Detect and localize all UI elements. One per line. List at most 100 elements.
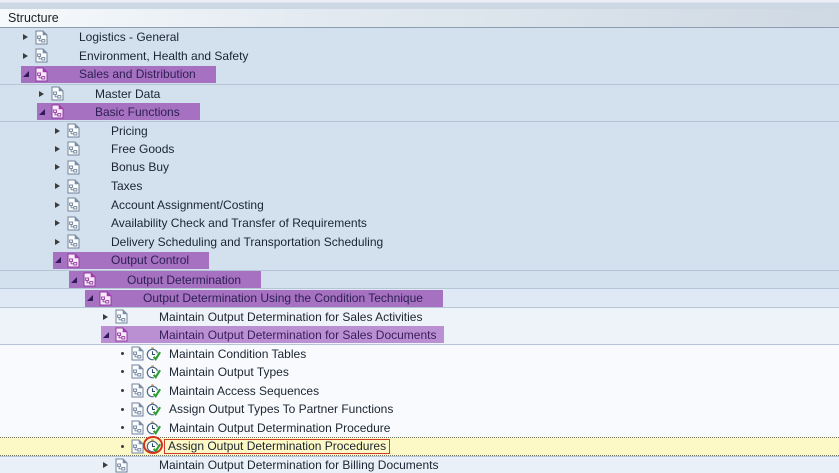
tree-row[interactable]: Output Determination	[0, 270, 839, 289]
expand-toggle-icon[interactable]	[23, 34, 35, 40]
tree-item-label: Environment, Health and Safety	[79, 49, 248, 63]
red-circle-annotation[interactable]	[146, 438, 162, 454]
red-box-annotation: Assign Output Determination Procedures	[164, 439, 390, 454]
img-activity-execute-icon[interactable]	[146, 401, 162, 417]
img-structure-node-icon	[67, 179, 80, 194]
tree-item-label: Availability Check and Transfer of Requi…	[111, 216, 367, 230]
expand-toggle-icon[interactable]	[55, 239, 67, 245]
img-structure-node-icon	[67, 160, 80, 175]
leaf-dot-icon	[119, 389, 131, 392]
img-structure-node-icon	[67, 253, 80, 268]
tree-row[interactable]: Availability Check and Transfer of Requi…	[0, 214, 839, 233]
tree-item-label: Pricing	[111, 124, 148, 138]
collapse-toggle-icon[interactable]	[71, 277, 83, 283]
img-structure-node-icon	[67, 197, 80, 212]
img-activity-execute-icon[interactable]	[146, 346, 162, 362]
img-structure-node-icon	[99, 291, 112, 306]
leaf-dot-icon	[119, 352, 131, 355]
activity-icon-wrap[interactable]	[146, 364, 162, 380]
expand-toggle-icon[interactable]	[55, 220, 67, 226]
tree-item-label: Account Assignment/Costing	[111, 198, 264, 212]
activity-icon-wrap[interactable]	[146, 383, 162, 399]
img-structure-window: Structure Logistics - General Environment…	[0, 0, 839, 473]
img-structure-node-icon	[35, 48, 48, 63]
expand-toggle-icon[interactable]	[103, 462, 115, 468]
collapse-toggle-icon[interactable]	[55, 257, 67, 263]
tree-row[interactable]: Output Control	[0, 251, 839, 270]
tree-item-label: Maintain Output Determination for Billin…	[159, 458, 438, 472]
leaf-dot-icon	[119, 408, 131, 411]
img-structure-node-icon	[115, 458, 128, 473]
tree: Logistics - General Environment, Health a…	[0, 28, 839, 473]
structure-title: Structure	[8, 11, 59, 25]
tree-row[interactable]: Logistics - General	[0, 28, 839, 47]
leaf-dot-icon	[119, 370, 131, 373]
tree-item-label: Output Control	[111, 253, 189, 267]
tree-row[interactable]: Master Data	[0, 84, 839, 103]
tree-row[interactable]: Taxes	[0, 177, 839, 196]
activity-icon-wrap[interactable]	[146, 346, 162, 362]
collapse-toggle-icon[interactable]	[87, 295, 99, 301]
tree-row[interactable]: Maintain Condition Tables	[0, 344, 839, 363]
expand-toggle-icon[interactable]	[55, 128, 67, 134]
tree-row[interactable]: Maintain Output Determination for Billin…	[0, 456, 839, 473]
img-structure-node-icon	[67, 141, 80, 156]
tree-row[interactable]: Free Goods	[0, 140, 839, 159]
tree-item-label: Taxes	[111, 179, 142, 193]
tree-row[interactable]: Sales and Distribution	[0, 65, 839, 84]
expand-toggle-icon[interactable]	[39, 91, 51, 97]
expand-toggle-icon[interactable]	[103, 314, 115, 320]
top-strip	[0, 0, 839, 9]
img-activity-execute-icon[interactable]	[146, 364, 162, 380]
tree-item-label: Master Data	[95, 87, 160, 101]
tree-item-label: Maintain Access Sequences	[169, 384, 319, 398]
expand-toggle-icon[interactable]	[55, 146, 67, 152]
expand-toggle-icon[interactable]	[55, 164, 67, 170]
tree-item-label: Sales and Distribution	[79, 67, 196, 81]
tree-row[interactable]: Account Assignment/Costing	[0, 195, 839, 214]
img-structure-node-icon	[131, 420, 144, 435]
tree-item-label: Delivery Scheduling and Transportation S…	[111, 235, 383, 249]
img-activity-execute-icon[interactable]	[146, 438, 162, 454]
tree-item-label: Maintain Output Determination Procedure	[169, 421, 390, 435]
tree-row[interactable]: Maintain Output Determination for Sales …	[0, 307, 839, 326]
img-activity-execute-icon[interactable]	[146, 383, 162, 399]
img-activity-execute-icon[interactable]	[146, 420, 162, 436]
activity-icon-wrap[interactable]	[146, 420, 162, 436]
img-structure-node-icon	[131, 364, 144, 379]
img-structure-node-icon	[67, 123, 80, 138]
tree-row[interactable]: Pricing	[0, 121, 839, 140]
collapse-toggle-icon[interactable]	[39, 109, 51, 115]
img-structure-node-icon	[35, 30, 48, 45]
collapse-toggle-icon[interactable]	[103, 332, 115, 338]
expand-toggle-icon[interactable]	[55, 202, 67, 208]
tree-item-label: Maintain Output Determination for Sales …	[159, 328, 436, 342]
tree-row[interactable]: Assign Output Determination Procedures	[0, 437, 839, 456]
tree-row[interactable]: Maintain Output Types	[0, 363, 839, 382]
expand-toggle-icon[interactable]	[23, 53, 35, 59]
tree-item-label: Output Determination Using the Condition…	[143, 291, 423, 305]
tree-row[interactable]: Bonus Buy	[0, 158, 839, 177]
tree-row[interactable]: Maintain Output Determination Procedure	[0, 418, 839, 437]
tree-row[interactable]: Output Determination Using the Condition…	[0, 288, 839, 307]
img-structure-node-icon	[35, 67, 48, 82]
tree-row[interactable]: Environment, Health and Safety	[0, 47, 839, 66]
tree-row[interactable]: Assign Output Types To Partner Functions	[0, 400, 839, 419]
tree-row[interactable]: Delivery Scheduling and Transportation S…	[0, 233, 839, 252]
collapse-toggle-icon[interactable]	[23, 71, 35, 77]
tree-item-label: Bonus Buy	[111, 160, 169, 174]
expand-toggle-icon[interactable]	[55, 183, 67, 189]
tree-item-label: Maintain Condition Tables	[169, 347, 306, 361]
tree-item-label: Basic Functions	[95, 105, 180, 119]
img-structure-node-icon	[115, 309, 128, 324]
tree-row[interactable]: Maintain Output Determination for Sales …	[0, 326, 839, 345]
tree-row[interactable]: Maintain Access Sequences	[0, 381, 839, 400]
tree-item-label: Logistics - General	[79, 30, 179, 44]
img-structure-node-icon	[131, 439, 144, 454]
tree-item-label: Maintain Output Types	[169, 365, 289, 379]
activity-icon-wrap[interactable]	[146, 401, 162, 417]
img-structure-node-icon	[67, 216, 80, 231]
tree-row[interactable]: Basic Functions	[0, 102, 839, 121]
img-structure-node-icon	[51, 86, 64, 101]
img-structure-node-icon	[131, 402, 144, 417]
